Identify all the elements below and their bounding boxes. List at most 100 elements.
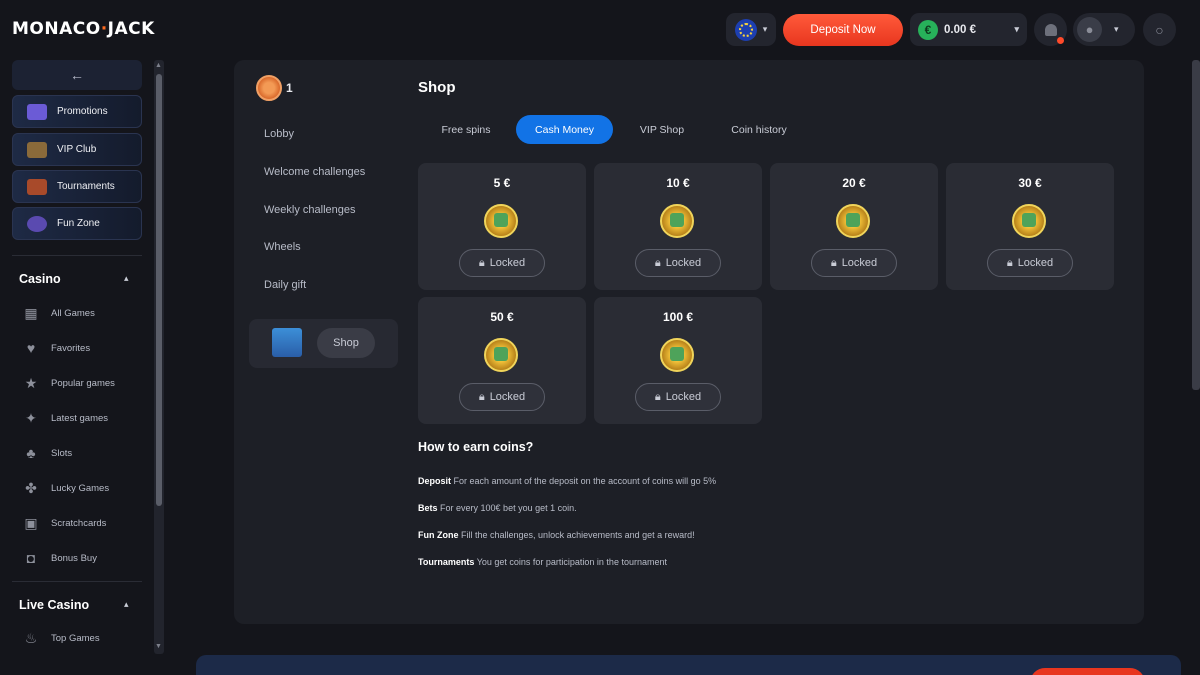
deposit-button[interactable]: Deposit Now — [783, 14, 903, 46]
nav-label: Slots — [51, 447, 73, 459]
shop-pill-label: Shop — [317, 328, 375, 358]
tournaments-icon — [27, 178, 47, 195]
lock-label: Locked — [489, 257, 526, 269]
search-button[interactable]: ○ — [1143, 13, 1176, 46]
shop-card: 10 € 🔒︎ Locked — [594, 163, 762, 290]
language-selector[interactable]: ▾ — [726, 13, 776, 46]
eu-flag-icon — [734, 18, 757, 41]
page-scrollbar-thumb[interactable] — [1192, 60, 1200, 390]
sidebar-item-latest-games[interactable]: ✦ Latest games — [22, 410, 108, 426]
card-amount: 20 € — [842, 176, 866, 190]
logo-right: JACK — [107, 19, 155, 39]
tab-coin-history[interactable]: Coin history — [716, 115, 802, 144]
nav-label: Lucky Games — [51, 482, 110, 494]
coin-reward-icon — [836, 204, 870, 238]
balance-value: 0.00 € — [944, 23, 976, 36]
lock-label: Locked — [1017, 257, 1054, 269]
scratch-icon: ▣ — [24, 514, 38, 531]
promo-label: Promotions — [57, 106, 108, 117]
sidebar-item-all-games[interactable]: ▦ All Games — [22, 304, 94, 321]
promo-label: VIP Club — [57, 144, 97, 155]
sidebar-item-scratchcards[interactable]: ▣ Scratchcards — [22, 515, 106, 531]
earn-rule-text: For each amount of the deposit on the ac… — [453, 476, 717, 486]
tab-free-spins[interactable]: Free spins — [430, 115, 502, 144]
tab-vip-shop[interactable]: VIP Shop — [627, 115, 697, 144]
nav-label: Bonus Buy — [51, 552, 97, 564]
notifications-button[interactable] — [1034, 13, 1067, 46]
sidebar-promo-tournaments[interactable]: Tournaments — [12, 170, 142, 203]
logo-dot: · — [100, 19, 108, 39]
lock-icon: 🔒︎ — [830, 256, 837, 269]
sidebar-item-bonus-buy[interactable]: ◘ Bonus Buy — [22, 550, 97, 566]
locked-button[interactable]: 🔒︎ Locked — [635, 383, 721, 411]
tab-cash-money[interactable]: Cash Money — [516, 115, 613, 144]
divider — [12, 581, 142, 582]
menu-item-wheels[interactable]: Wheels — [264, 241, 301, 253]
cherry-icon: ♣ — [26, 445, 36, 461]
sidebar: ← Promotions VIP Club Tournaments Fun Zo… — [0, 60, 155, 675]
menu-item-lobby[interactable]: Lobby — [264, 128, 294, 140]
locked-button[interactable]: 🔒︎ Locked — [459, 249, 545, 277]
lock-icon: 🔒︎ — [478, 390, 485, 403]
menu-item-shop[interactable]: Shop — [249, 319, 398, 368]
sidebar-item-top-games[interactable]: ♨ Top Games — [22, 630, 100, 646]
earn-rule-key: Bets — [418, 503, 438, 513]
earn-rule: Tournaments You get coins for participat… — [418, 557, 667, 567]
scrollbar-thumb[interactable] — [156, 74, 162, 506]
lock-label: Locked — [489, 391, 526, 403]
card-amount: 50 € — [490, 310, 514, 324]
arrow-left-icon: ← — [70, 67, 84, 83]
menu-item-welcome-challenges[interactable]: Welcome challenges — [264, 166, 365, 178]
sidebar-item-favorites[interactable]: ♥ Favorites — [22, 340, 90, 356]
chevron-up-icon[interactable]: ▴ — [124, 273, 129, 284]
locked-button[interactable]: 🔒︎ Locked — [459, 383, 545, 411]
earn-rule: Fun Zone Fill the challenges, unlock ach… — [418, 530, 695, 540]
shop-icon — [272, 328, 302, 357]
notification-badge — [1057, 37, 1064, 44]
balance-dropdown[interactable]: € 0.00 € ▾ — [910, 13, 1027, 46]
lock-icon: 🔒︎ — [654, 256, 661, 269]
sidebar-item-lucky-games[interactable]: ✤ Lucky Games — [22, 480, 109, 496]
clover-icon: ✤ — [25, 479, 37, 496]
coin-reward-icon — [484, 338, 518, 372]
nav-label: Latest games — [51, 412, 109, 424]
scroll-up-icon[interactable]: ▲ — [155, 62, 162, 69]
sidebar-scrollbar[interactable]: ▲ ▼ — [154, 60, 164, 654]
fun-zone-icon — [27, 215, 47, 232]
coin-balance: 1 — [256, 75, 293, 101]
coin-reward-icon — [1012, 204, 1046, 238]
page-title: Shop — [418, 79, 456, 96]
card-amount: 30 € — [1018, 176, 1042, 190]
chevron-up-icon[interactable]: ▴ — [124, 599, 129, 610]
sidebar-promo-fun-zone[interactable]: Fun Zone — [12, 207, 142, 240]
sidebar-promo-promotions[interactable]: Promotions — [12, 95, 142, 128]
nav-label: Scratchcards — [51, 517, 107, 529]
menu-item-daily-gift[interactable]: Daily gift — [264, 279, 306, 291]
user-menu[interactable]: ● ▾ — [1073, 13, 1135, 46]
coin-icon — [256, 75, 282, 101]
locked-button[interactable]: 🔒︎ Locked — [635, 249, 721, 277]
gift-icon: ◘ — [26, 550, 36, 566]
locked-button[interactable]: 🔒︎ Locked — [811, 249, 897, 277]
casino-section-title[interactable]: Casino — [19, 272, 61, 286]
bottom-cta-button[interactable] — [1030, 668, 1145, 675]
earn-rule: Deposit For each amount of the deposit o… — [418, 476, 716, 486]
lock-icon: 🔒︎ — [654, 390, 661, 403]
sidebar-item-slots[interactable]: ♣ Slots — [22, 445, 72, 461]
back-button[interactable]: ← — [12, 60, 142, 90]
sidebar-promo-vip-club[interactable]: VIP Club — [12, 133, 142, 166]
locked-button[interactable]: 🔒︎ Locked — [987, 249, 1073, 277]
menu-item-weekly-challenges[interactable]: Weekly challenges — [264, 204, 356, 216]
scroll-down-icon[interactable]: ▼ — [155, 643, 162, 650]
logo-left: MONACO — [12, 19, 101, 39]
site-logo[interactable]: MONACO·JACK — [12, 19, 155, 39]
promotions-icon — [27, 103, 47, 120]
live-casino-section-title[interactable]: Live Casino — [19, 598, 89, 612]
grid-icon: ▦ — [24, 304, 38, 321]
coin-count-value: 1 — [286, 81, 293, 95]
lock-icon: 🔒︎ — [478, 256, 485, 269]
lock-label: Locked — [841, 257, 878, 269]
earn-rule-text: You get coins for participation in the t… — [476, 557, 667, 567]
sidebar-item-popular-games[interactable]: ★ Popular games — [22, 375, 115, 391]
lock-icon: 🔒︎ — [1006, 256, 1013, 269]
